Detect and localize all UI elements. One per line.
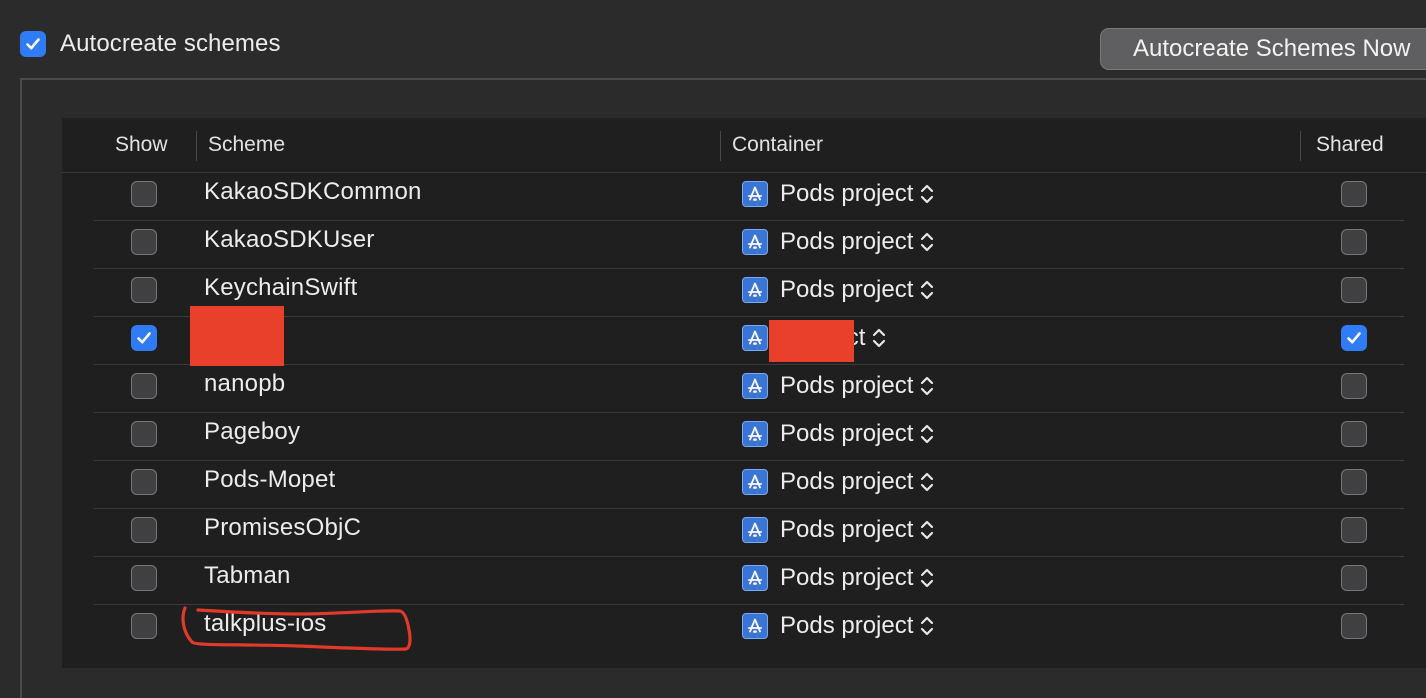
show-checkbox[interactable]	[131, 421, 157, 447]
container-cell[interactable]: Pods project	[742, 515, 935, 545]
table-row[interactable]: PromisesObjC Pods project	[62, 509, 1426, 557]
container-cell[interactable]: Pods project	[742, 371, 935, 401]
shared-checkbox[interactable]	[1341, 517, 1367, 543]
redaction-box-scheme	[190, 306, 284, 366]
scheme-name: nanopb	[204, 370, 286, 397]
shared-checkbox[interactable]	[1341, 565, 1367, 591]
checkmark-icon	[26, 38, 40, 50]
container-label: Pods project	[780, 420, 914, 447]
up-down-chevron-icon	[919, 373, 935, 399]
redaction-box-container	[769, 320, 854, 362]
show-checkbox[interactable]	[131, 613, 157, 639]
up-down-chevron-icon	[919, 469, 935, 495]
up-down-chevron-icon	[871, 325, 887, 351]
autocreate-row: Autocreate schemes	[20, 29, 281, 59]
shared-checkbox[interactable]	[1341, 613, 1367, 639]
container-label: Pods project	[780, 228, 914, 255]
autocreate-now-button[interactable]: Autocreate Schemes Now	[1100, 28, 1426, 70]
container-cell[interactable]: Pods project	[742, 611, 935, 641]
xcode-project-icon	[742, 613, 768, 639]
table-row[interactable]: KakaoSDKCommon Pods project	[62, 173, 1426, 221]
table-row[interactable]: Pageboy Pods project	[62, 413, 1426, 461]
column-header-show[interactable]: Show	[115, 118, 168, 172]
column-header-scheme[interactable]: Scheme	[208, 118, 285, 172]
show-checkbox[interactable]	[131, 229, 157, 255]
show-checkbox[interactable]	[131, 565, 157, 591]
container-label: Pods project	[780, 180, 914, 207]
column-separator[interactable]	[196, 131, 197, 161]
xcode-project-icon	[742, 277, 768, 303]
table-row[interactable]: KakaoSDKUser Pods project	[62, 221, 1426, 269]
up-down-chevron-icon	[919, 229, 935, 255]
container-label: Pods project	[780, 516, 914, 543]
show-checkbox[interactable]	[131, 469, 157, 495]
up-down-chevron-icon	[919, 613, 935, 639]
container-label: Pods project	[780, 468, 914, 495]
column-header-container[interactable]: Container	[732, 118, 823, 172]
scheme-name: Pageboy	[204, 418, 301, 445]
shared-checkbox[interactable]	[1341, 181, 1367, 207]
checkmark-icon	[1347, 332, 1361, 344]
shared-checkbox[interactable]	[1341, 373, 1367, 399]
container-cell[interactable]: Pods project	[742, 227, 935, 257]
scheme-name: KakaoSDKUser	[204, 226, 375, 253]
table-row[interactable]: Tabman Pods project	[62, 557, 1426, 605]
xcode-project-icon	[742, 181, 768, 207]
show-checkbox[interactable]	[131, 373, 157, 399]
container-cell[interactable]: Pods project	[742, 419, 935, 449]
show-checkbox[interactable]	[131, 277, 157, 303]
column-separator[interactable]	[1300, 131, 1301, 161]
autocreate-label: Autocreate schemes	[60, 30, 281, 57]
xcode-project-icon	[742, 229, 768, 255]
autocreate-checkbox[interactable]	[20, 31, 46, 57]
up-down-chevron-icon	[919, 565, 935, 591]
show-checkbox[interactable]	[131, 181, 157, 207]
column-separator[interactable]	[720, 131, 721, 161]
schemes-table: Show Scheme Container Shared KakaoSDKCom…	[62, 118, 1426, 668]
container-cell[interactable]: Pods project	[742, 563, 935, 593]
container-label: Pods project	[780, 276, 914, 303]
container-cell[interactable]: Pods project	[742, 275, 935, 305]
annotation-circle	[181, 606, 412, 651]
table-row[interactable]: Pods-Mopet Pods project	[62, 461, 1426, 509]
shared-checkbox[interactable]	[1341, 229, 1367, 255]
xcode-project-icon	[742, 421, 768, 447]
xcode-project-icon	[742, 469, 768, 495]
checkmark-icon	[137, 332, 151, 344]
xcode-project-icon	[742, 565, 768, 591]
container-cell[interactable]: Pods project	[742, 467, 935, 497]
show-checkbox[interactable]	[131, 517, 157, 543]
table-header: Show Scheme Container Shared	[62, 118, 1426, 173]
xcode-project-icon	[742, 517, 768, 543]
shared-checkbox[interactable]	[1341, 421, 1367, 447]
scheme-name: Tabman	[204, 562, 291, 589]
up-down-chevron-icon	[919, 517, 935, 543]
up-down-chevron-icon	[919, 181, 935, 207]
container-cell[interactable]: Pods project	[742, 179, 935, 209]
table-row[interactable]: nanopb Pods project	[62, 365, 1426, 413]
shared-checkbox[interactable]	[1341, 277, 1367, 303]
scheme-name: Pods-Mopet	[204, 466, 336, 493]
xcode-project-icon	[742, 325, 768, 351]
container-label: Pods project	[780, 612, 914, 639]
scheme-name: KeychainSwift	[204, 274, 358, 301]
up-down-chevron-icon	[919, 421, 935, 447]
container-label: Pods project	[780, 564, 914, 591]
column-header-shared[interactable]: Shared	[1316, 118, 1384, 172]
shared-checkbox[interactable]	[1341, 325, 1367, 351]
scheme-name: KakaoSDKCommon	[204, 178, 422, 205]
container-label: Pods project	[780, 372, 914, 399]
show-checkbox[interactable]	[131, 325, 157, 351]
up-down-chevron-icon	[919, 277, 935, 303]
shared-checkbox[interactable]	[1341, 469, 1367, 495]
scheme-name: PromisesObjC	[204, 514, 362, 541]
xcode-project-icon	[742, 373, 768, 399]
